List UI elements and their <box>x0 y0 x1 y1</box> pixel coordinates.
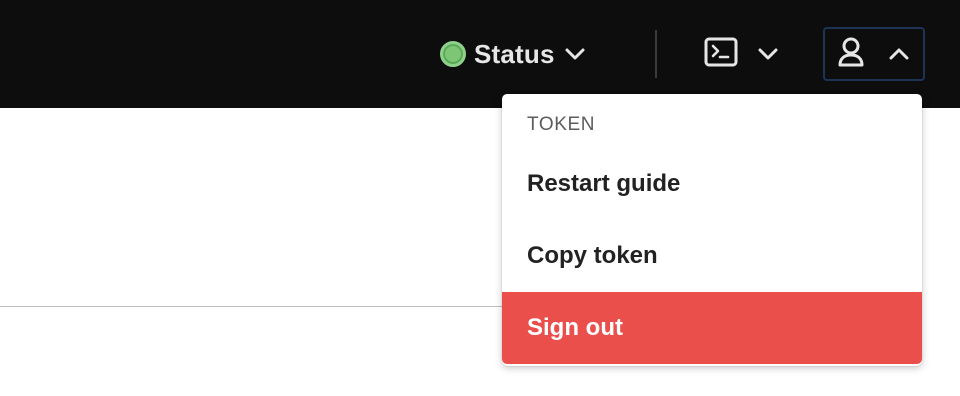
user-menu-button[interactable] <box>823 27 925 81</box>
sign-out-menu-item[interactable]: Sign out <box>502 292 922 364</box>
content-divider-line <box>0 306 502 307</box>
user-dropdown-menu: TOKEN Restart guide Copy token Sign out <box>502 94 922 366</box>
chevron-down-icon <box>563 42 587 66</box>
dropdown-section-header: TOKEN <box>527 114 596 135</box>
topbar-divider <box>655 30 657 78</box>
status-dropdown-button[interactable]: Status <box>440 34 587 74</box>
restart-guide-menu-item[interactable]: Restart guide <box>502 148 922 220</box>
menu-item-label: Restart guide <box>527 170 681 197</box>
menu-item-label: Copy token <box>527 242 658 269</box>
top-navigation-bar: Status <box>0 0 960 108</box>
menu-item-label: Sign out <box>527 314 623 341</box>
chevron-up-icon <box>887 42 911 66</box>
terminal-icon <box>704 37 738 72</box>
status-label: Status <box>474 38 555 69</box>
user-icon <box>837 36 865 73</box>
status-circle-icon <box>440 41 466 67</box>
copy-token-menu-item[interactable]: Copy token <box>502 220 922 292</box>
terminal-dropdown-button[interactable] <box>704 34 780 74</box>
chevron-down-icon <box>756 42 780 66</box>
